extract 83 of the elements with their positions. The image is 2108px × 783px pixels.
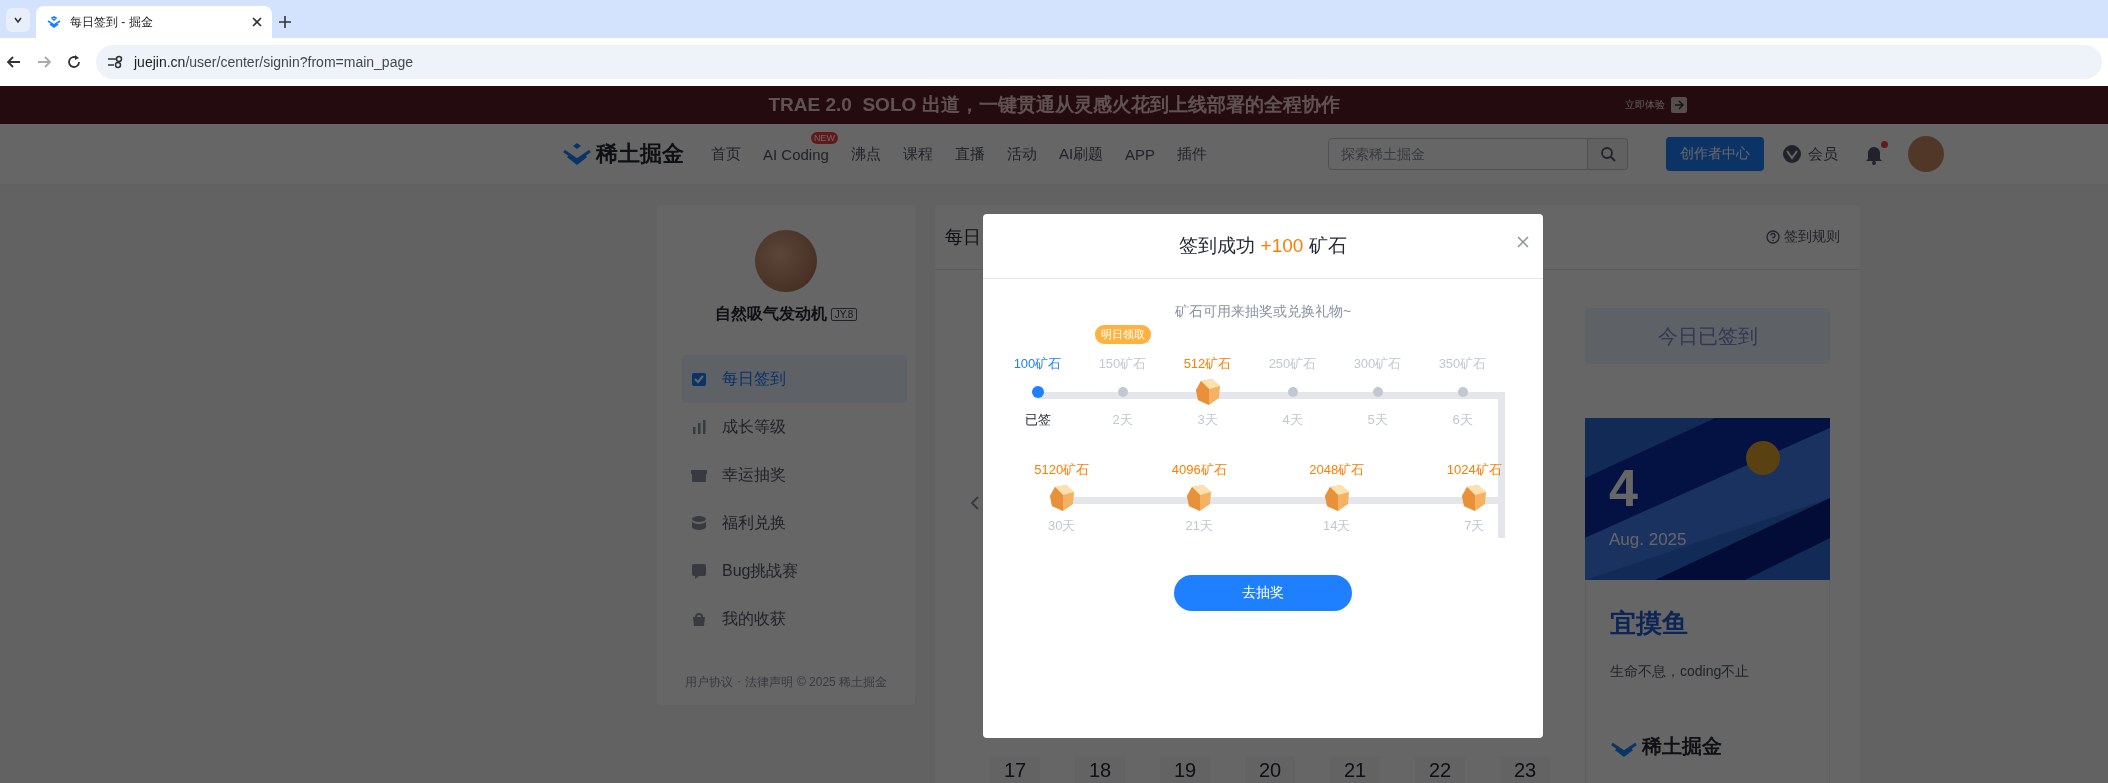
coins-icon: [690, 514, 708, 532]
modal-subtitle: 矿石可用来抽奖或兑换礼物~: [1173, 303, 1353, 321]
draw-lottery-button[interactable]: 去抽奖: [1174, 575, 1352, 611]
close-icon: [252, 17, 262, 27]
arrow-right-icon: [1674, 100, 1684, 110]
logo-icon: [562, 142, 592, 166]
day-label: 30天: [1048, 517, 1076, 535]
modal-title: 签到成功 +100 矿石: [1179, 234, 1347, 258]
reward-amount: 350矿石: [1438, 355, 1487, 373]
sidebar-item[interactable]: Bug挑战赛: [682, 547, 907, 595]
day-label: 14天: [1323, 517, 1351, 535]
day-label: 5天: [1367, 411, 1388, 429]
help-icon: [1766, 230, 1780, 244]
tab-list-button[interactable]: [6, 8, 30, 32]
reward-amount: 512矿石: [1183, 355, 1232, 373]
calendar-check-icon: [690, 370, 708, 388]
separator: ·: [736, 674, 741, 690]
site-logo: 稀土掘金: [1610, 733, 1805, 760]
forward-icon: [36, 54, 52, 70]
search-button[interactable]: [1588, 138, 1629, 170]
nav-link[interactable]: 活动: [1006, 144, 1037, 164]
site-logo[interactable]: 稀土掘金: [562, 139, 684, 169]
nav-link[interactable]: 沸点: [850, 144, 881, 164]
date-month: Aug. 2025: [1609, 530, 1687, 550]
rules-link[interactable]: 签到规则: [1766, 228, 1840, 246]
reward-amount: 150矿石: [1098, 355, 1147, 373]
day-label: 4天: [1282, 411, 1303, 429]
day-label: 3天: [1197, 411, 1218, 429]
reward-amount: 300矿石: [1353, 355, 1402, 373]
reload-icon: [66, 54, 82, 70]
banner-text: TRAE 2.0 SOLO 出道，一键贯通从灵感火花到上线部署的全程协作: [768, 93, 1340, 117]
reward-amount: 1024矿石: [1446, 461, 1502, 479]
bag-icon: [690, 610, 708, 628]
level-badge: JY.8: [830, 308, 858, 321]
day-label: 21天: [1185, 517, 1213, 535]
back-icon: [6, 54, 22, 70]
nav-link[interactable]: 课程: [902, 144, 933, 164]
creator-center-button[interactable]: 创作者中心: [1666, 137, 1765, 171]
day-label: 6天: [1452, 411, 1473, 429]
day-label: 2天: [1112, 411, 1133, 429]
day-label: 已签: [1024, 411, 1051, 429]
nav-link[interactable]: 首页: [711, 144, 741, 164]
tomorrow-tooltip: 明日领取: [1094, 325, 1151, 344]
nav-link[interactable]: APP: [1125, 145, 1156, 163]
reward-amount: 5120矿石: [1034, 461, 1090, 479]
url-text: juejin.cn/user/center/signin?from=main_page: [134, 54, 413, 70]
reward-amount: 100矿石: [1013, 355, 1062, 373]
date-day: 4: [1609, 458, 1638, 518]
reward-amount: 250矿石: [1268, 355, 1317, 373]
new-badge: NEW: [810, 132, 838, 144]
page-title: 每日: [945, 226, 981, 249]
nav-link[interactable]: 插件: [1177, 144, 1208, 164]
user-name: 自然吸气发动机: [714, 304, 827, 324]
reward-amount: 2048矿石: [1309, 461, 1365, 479]
motto-text: 生命不息，coding不止: [1610, 663, 1751, 681]
chat-icon: [690, 562, 708, 580]
close-button[interactable]: [1517, 236, 1529, 248]
sidebar-item[interactable]: 每日签到: [682, 355, 907, 403]
nav-link[interactable]: AI Coding: [763, 145, 829, 163]
reward-amount: 4096矿石: [1171, 461, 1227, 479]
fortune-title: 宜摸鱼: [1610, 607, 1689, 640]
nav-link[interactable]: AI刷题: [1058, 144, 1104, 164]
day-label: 7天: [1464, 517, 1485, 535]
shield-icon: [1782, 144, 1803, 164]
sidebar-item[interactable]: 福利兑换: [682, 499, 907, 547]
chevron-left-icon: [970, 495, 980, 511]
nav-link[interactable]: 直播: [954, 144, 985, 164]
browser-tab[interactable]: 每日签到 - 掘金: [36, 6, 272, 38]
address-bar[interactable]: juejin.cn/user/center/signin?from=main_page: [96, 45, 2102, 79]
try-now-link[interactable]: 立即体验: [1625, 97, 1687, 113]
notification-button[interactable]: [1864, 143, 1885, 165]
new-tab-icon: [278, 15, 292, 29]
sidebar-item[interactable]: 我的收获: [682, 595, 907, 643]
site-settings-icon: [106, 54, 124, 70]
close-icon: [1517, 236, 1529, 248]
sidebar-item[interactable]: 幸运抽奖: [682, 451, 907, 499]
vip-link[interactable]: 会员: [1782, 144, 1839, 164]
bar-chart-icon: [690, 418, 708, 436]
site-logo-icon: [46, 14, 62, 30]
sidebar-item[interactable]: 成长等级: [682, 403, 907, 451]
search-icon: [1599, 146, 1616, 162]
tab-title: 每日签到 - 掘金: [70, 13, 154, 31]
avatar[interactable]: [1908, 136, 1945, 172]
